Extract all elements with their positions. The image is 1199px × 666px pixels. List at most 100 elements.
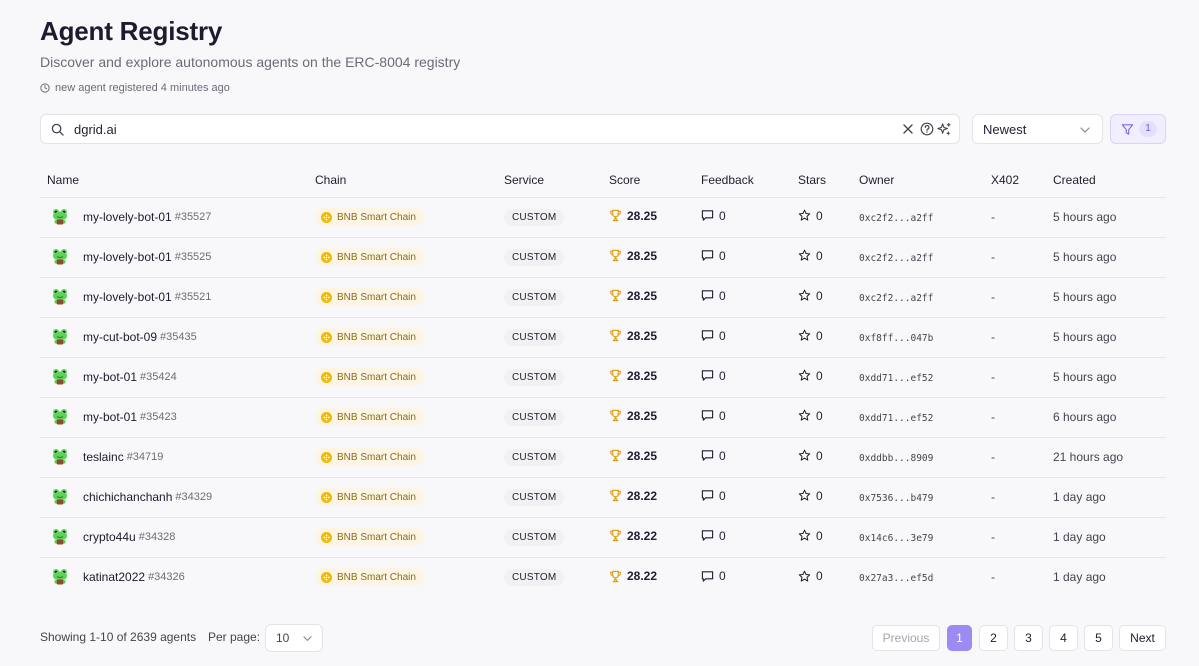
stars-cell: 0 <box>798 517 859 558</box>
chain-badge: BNB Smart Chain <box>315 528 424 546</box>
score-value: 28.25 <box>627 408 658 423</box>
page-2-button[interactable]: 2 <box>979 625 1008 651</box>
owner-address[interactable]: 0x27a3...ef5d <box>859 573 933 584</box>
column-header-created[interactable]: Created <box>1053 163 1166 198</box>
owner-address[interactable]: 0x7536...b479 <box>859 493 933 504</box>
owner-address[interactable]: 0x14c6...3e79 <box>859 533 933 544</box>
page-1-button[interactable]: 1 <box>947 625 972 651</box>
next-page-button[interactable]: Next <box>1119 625 1166 651</box>
table-row[interactable]: my-lovely-bot-01 #35521 BNB Smart Chain CUS… <box>40 277 1166 318</box>
previous-page-button[interactable]: Previous <box>872 625 940 651</box>
score-cell: 28.25 <box>609 317 701 358</box>
created-cell: 1 day ago <box>1053 557 1166 597</box>
page-3-button[interactable]: 3 <box>1014 625 1043 651</box>
agent-name-link[interactable]: teslainc <box>83 450 124 464</box>
chain-cell: BNB Smart Chain <box>315 397 504 438</box>
owner-address[interactable]: 0xc2f2...a2ff <box>859 293 933 304</box>
feedback: 0 <box>701 489 726 503</box>
service-cell: CUSTOM <box>504 197 609 238</box>
agent-name-link[interactable]: my-lovely-bot-01 <box>83 210 172 224</box>
chain-badge: BNB Smart Chain <box>315 408 424 426</box>
owner-address[interactable]: 0xc2f2...a2ff <box>859 213 933 224</box>
table-row[interactable]: teslainc #34719 BNB Smart Chain CUSTOM 28.25… <box>40 437 1166 478</box>
frog-avatar-icon <box>53 209 67 225</box>
table-row[interactable]: chichichanchanh #34329 BNB Smart Chain CUST… <box>40 477 1166 518</box>
bnb-logo-icon <box>321 371 332 383</box>
sparkle-icon[interactable] <box>937 122 952 137</box>
message-square-icon <box>701 330 714 341</box>
table-row[interactable]: my-bot-01 #35424 BNB Smart Chain CUSTOM 28.2… <box>40 357 1166 398</box>
agent-name-link[interactable]: my-cut-bot-09 <box>83 330 157 344</box>
chevron-down-icon <box>303 636 312 642</box>
x402-cell: - <box>991 237 1053 278</box>
trophy-icon <box>610 450 621 462</box>
service-cell: CUSTOM <box>504 517 609 558</box>
owner-address[interactable]: 0xdd71...ef52 <box>859 413 933 424</box>
service-badge: CUSTOM <box>504 248 565 266</box>
owner-address[interactable]: 0xdd71...ef52 <box>859 373 933 384</box>
agent-id: #35435 <box>160 331 197 343</box>
column-header-chain[interactable]: Chain <box>315 163 504 198</box>
owner-cell: 0xc2f2...a2ff <box>859 237 991 278</box>
column-header-x402[interactable]: X402 <box>991 163 1053 198</box>
search-input[interactable] <box>74 119 894 139</box>
page-5-button[interactable]: 5 <box>1084 625 1113 651</box>
column-header-service[interactable]: Service <box>504 163 609 198</box>
chain-cell: BNB Smart Chain <box>315 237 504 278</box>
owner-cell: 0x7536...b479 <box>859 477 991 518</box>
score-value: 28.22 <box>627 528 658 543</box>
x402-cell: - <box>991 437 1053 478</box>
close-icon[interactable] <box>902 123 914 135</box>
agent-id: #34719 <box>126 451 164 463</box>
chain-label: BNB Smart Chain <box>337 251 416 263</box>
column-header-feedback[interactable]: Feedback <box>701 163 798 198</box>
service-badge: CUSTOM <box>504 448 565 466</box>
agent-name-link[interactable]: chichichanchanh <box>83 490 172 504</box>
chain-cell: BNB Smart Chain <box>315 277 504 318</box>
message-square-icon <box>701 210 714 221</box>
column-header-score[interactable]: Score <box>609 163 701 198</box>
table-row[interactable]: crypto44u #34328 BNB Smart Chain CUSTOM 28.2… <box>40 517 1166 558</box>
page-4-button[interactable]: 4 <box>1049 625 1078 651</box>
column-header-stars[interactable]: Stars <box>798 163 859 198</box>
owner-address[interactable]: 0xddbb...8909 <box>859 453 933 464</box>
created-cell: 21 hours ago <box>1053 437 1166 478</box>
table-row[interactable]: my-lovely-bot-01 #35525 BNB Smart Chain CUS… <box>40 237 1166 278</box>
table-row[interactable]: my-bot-01 #35423 BNB Smart Chain CUSTOM 28.2… <box>40 397 1166 438</box>
agent-name-link[interactable]: my-lovely-bot-01 <box>83 290 172 304</box>
filter-button[interactable]: 1 <box>1110 114 1166 144</box>
score-cell: 28.25 <box>609 237 701 278</box>
chain-cell: BNB Smart Chain <box>315 557 504 597</box>
stars: 0 <box>798 329 823 343</box>
owner-address[interactable]: 0xc2f2...a2ff <box>859 253 933 264</box>
created-cell: 5 hours ago <box>1053 197 1166 238</box>
feedback-count: 0 <box>719 328 726 343</box>
agent-name-link[interactable]: katinat2022 <box>83 570 145 584</box>
per-page-select[interactable]: 10 <box>265 624 323 652</box>
service-badge: CUSTOM <box>504 288 565 306</box>
owner-address[interactable]: 0xf8ff...047b <box>859 333 933 344</box>
table-row[interactable]: katinat2022 #34326 BNB Smart Chain CUSTOM 28… <box>40 557 1166 597</box>
bnb-logo-icon <box>321 331 332 343</box>
stars-count: 0 <box>816 569 823 583</box>
sort-select[interactable]: Newest <box>972 114 1103 144</box>
table-row[interactable]: my-lovely-bot-01 #35527 BNB Smart Chain CUS… <box>40 197 1166 238</box>
feedback: 0 <box>701 329 726 343</box>
bnb-logo-icon <box>321 531 332 543</box>
agent-name-link[interactable]: my-bot-01 <box>83 370 137 384</box>
stars-cell: 0 <box>798 557 859 597</box>
help-circle-icon[interactable] <box>920 122 934 136</box>
stars-cell: 0 <box>798 357 859 398</box>
owner-cell: 0x27a3...ef5d <box>859 557 991 597</box>
chain-label: BNB Smart Chain <box>337 531 416 543</box>
agent-name-link[interactable]: crypto44u <box>83 530 136 544</box>
owner-cell: 0xdd71...ef52 <box>859 357 991 398</box>
bnb-logo-icon <box>321 251 332 263</box>
column-header-name[interactable]: Name <box>40 163 315 198</box>
table-row[interactable]: my-cut-bot-09 #35435 BNB Smart Chain CUSTOM… <box>40 317 1166 358</box>
x402-cell: - <box>991 357 1053 398</box>
column-header-owner[interactable]: Owner <box>859 163 991 198</box>
agent-name-link[interactable]: my-bot-01 <box>83 410 137 424</box>
agent-name-link[interactable]: my-lovely-bot-01 <box>83 250 172 264</box>
stars-count: 0 <box>816 248 823 263</box>
